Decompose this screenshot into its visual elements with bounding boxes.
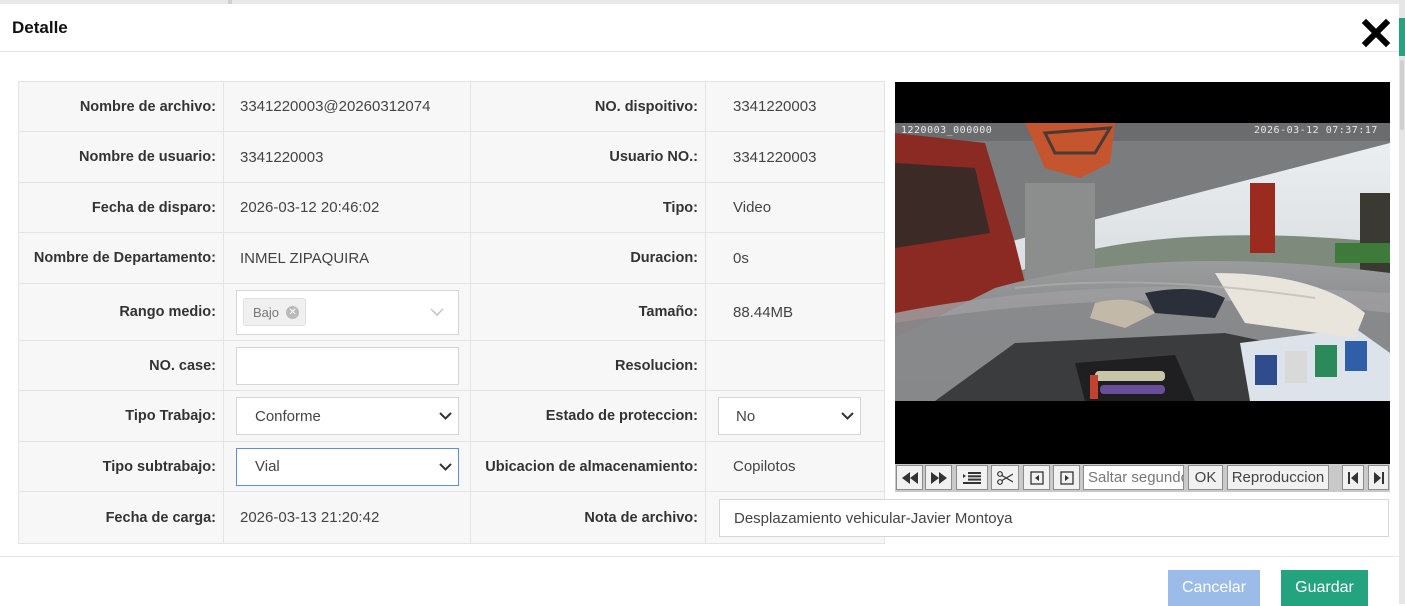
- skip-start-icon: [1348, 471, 1358, 484]
- range-label: Rango medio:: [18, 283, 224, 341]
- playback-button[interactable]: Reproduccion: [1227, 465, 1329, 490]
- cancel-button[interactable]: Cancelar: [1168, 570, 1260, 606]
- form-row: Nombre de usuario: 3341220003 Usuario NO…: [18, 131, 885, 183]
- seek-ok-button[interactable]: OK: [1188, 465, 1223, 490]
- work-type-label: Tipo Trabajo:: [18, 390, 224, 442]
- chevron-down-icon: [841, 412, 854, 420]
- tag-remove-icon[interactable]: ✕: [286, 305, 300, 319]
- work-type-select[interactable]: Conforme: [236, 397, 459, 435]
- next-frame-icon: [1059, 470, 1074, 485]
- dialog-title: Detalle: [12, 18, 68, 37]
- close-icon: [1361, 18, 1391, 48]
- size-label: Tamaño:: [470, 283, 706, 341]
- chevron-down-icon: [439, 462, 452, 471]
- skip-start-button[interactable]: [1342, 465, 1364, 490]
- case-no-cell: [223, 340, 471, 391]
- storage-label: Ubicacion de almacenamiento:: [470, 441, 706, 492]
- department-label: Nombre de Departamento:: [18, 232, 224, 284]
- form-row: Tipo Trabajo: Conforme Estado de protecc…: [18, 390, 885, 442]
- save-button[interactable]: Guardar: [1281, 570, 1368, 606]
- size-value: 88.44MB: [705, 283, 885, 341]
- dialog-header: Detalle: [0, 4, 1399, 52]
- protection-select[interactable]: No: [718, 397, 861, 435]
- trigger-date-value: 2026-03-12 20:46:02: [223, 182, 471, 233]
- device-no-value: 3341220003: [705, 81, 885, 132]
- user-name-value: 3341220003: [223, 131, 471, 183]
- playlist-button[interactable]: [956, 465, 988, 490]
- protection-cell: No: [705, 390, 885, 442]
- seek-seconds-input[interactable]: Saltar segundo: [1083, 465, 1184, 490]
- fast-forward-button[interactable]: [925, 465, 952, 490]
- form-row: Fecha de disparo: 2026-03-12 20:46:02 Ti…: [18, 182, 885, 233]
- previous-frame-icon: [1029, 470, 1044, 485]
- video-controls: Saltar segundo OK Reproduccion: [895, 464, 1390, 492]
- rewind-icon: [901, 471, 918, 484]
- list-icon: [963, 471, 981, 484]
- case-no-input[interactable]: [236, 346, 459, 385]
- close-button[interactable]: [1361, 18, 1391, 48]
- duration-label: Duracion:: [470, 232, 706, 284]
- backdrop-right-edge: [1399, 0, 1405, 604]
- form-row: Nombre de archivo: 3341220003@2026031207…: [18, 81, 885, 132]
- form-row: NO. case: Resolucion:: [18, 340, 885, 391]
- background-accent-strip: [1399, 18, 1405, 56]
- file-name-value: 3341220003@20260312074: [223, 81, 471, 132]
- subwork-type-cell: Vial: [223, 441, 471, 492]
- video-osd-device: 1220003_000000: [901, 125, 993, 136]
- seek-seconds-placeholder: Saltar segundo: [1088, 469, 1184, 486]
- fast-forward-icon: [930, 471, 947, 484]
- detail-form-table: Nombre de archivo: 3341220003@2026031207…: [18, 81, 885, 544]
- clip-button[interactable]: [991, 465, 1019, 490]
- file-name-label: Nombre de archivo:: [18, 81, 224, 132]
- range-tag: Bajo ✕: [243, 298, 307, 326]
- resolution-value: [705, 340, 885, 391]
- footer-divider: [0, 556, 1399, 557]
- video-osd-timestamp: 2026-03-12 07:37:17: [1254, 125, 1378, 136]
- previous-frame-button[interactable]: [1023, 465, 1050, 490]
- user-no-value: 3341220003: [705, 131, 885, 183]
- resolution-label: Resolucion:: [470, 340, 706, 391]
- case-no-label: NO. case:: [18, 340, 224, 391]
- range-cell: Bajo ✕: [223, 283, 471, 341]
- work-type-selected: Conforme: [255, 407, 321, 425]
- upload-date-label: Fecha de carga:: [18, 491, 224, 544]
- upload-date-value: 2026-03-13 21:20:42: [223, 491, 471, 544]
- trigger-date-label: Fecha de disparo:: [18, 182, 224, 233]
- device-no-label: NO. dispoitivo:: [470, 81, 706, 132]
- form-row: Nombre de Departamento: INMEL ZIPAQUIRA …: [18, 232, 885, 284]
- skip-end-icon: [1373, 471, 1384, 484]
- type-label: Tipo:: [470, 182, 706, 233]
- range-multiselect[interactable]: Bajo ✕: [236, 289, 459, 335]
- file-name-text: 3341220003@20260312074: [240, 98, 431, 115]
- scissors-icon: [997, 470, 1013, 485]
- protection-selected: No: [736, 407, 756, 425]
- type-value: Video: [705, 182, 885, 233]
- department-value: INMEL ZIPAQUIRA: [223, 232, 471, 284]
- chevron-down-icon: [430, 308, 444, 316]
- file-note-label: Nota de archivo:: [470, 491, 706, 544]
- skip-end-button[interactable]: [1368, 465, 1389, 490]
- form-row: Tipo subtrabajo: Vial Ubicacion de almac…: [18, 441, 885, 492]
- background-scrollbar[interactable]: [1400, 60, 1404, 130]
- subwork-type-label: Tipo subtrabajo:: [18, 441, 224, 492]
- file-note-input[interactable]: Desplazamiento vehicular-Javier Montoya: [719, 499, 1389, 537]
- storage-value: Copilotos: [705, 441, 885, 492]
- protection-label: Estado de proteccion:: [470, 390, 706, 442]
- file-note-value: Desplazamiento vehicular-Javier Montoya: [734, 509, 1013, 527]
- user-name-label: Nombre de usuario:: [18, 131, 224, 183]
- chevron-down-icon: [439, 412, 452, 420]
- range-tag-label: Bajo: [253, 304, 280, 320]
- subwork-type-selected: Vial: [255, 458, 280, 475]
- video-frame: [895, 123, 1390, 401]
- user-no-label: Usuario NO.:: [470, 131, 706, 183]
- duration-value: 0s: [705, 232, 885, 284]
- work-type-cell: Conforme: [223, 390, 471, 442]
- rewind-button[interactable]: [896, 465, 923, 490]
- subwork-type-select[interactable]: Vial: [236, 447, 459, 486]
- next-frame-button[interactable]: [1053, 465, 1080, 490]
- video-player[interactable]: 1220003_000000 2026-03-12 07:37:17: [895, 82, 1390, 464]
- form-row: Rango medio: Bajo ✕ Tamaño: 88.44MB: [18, 283, 885, 341]
